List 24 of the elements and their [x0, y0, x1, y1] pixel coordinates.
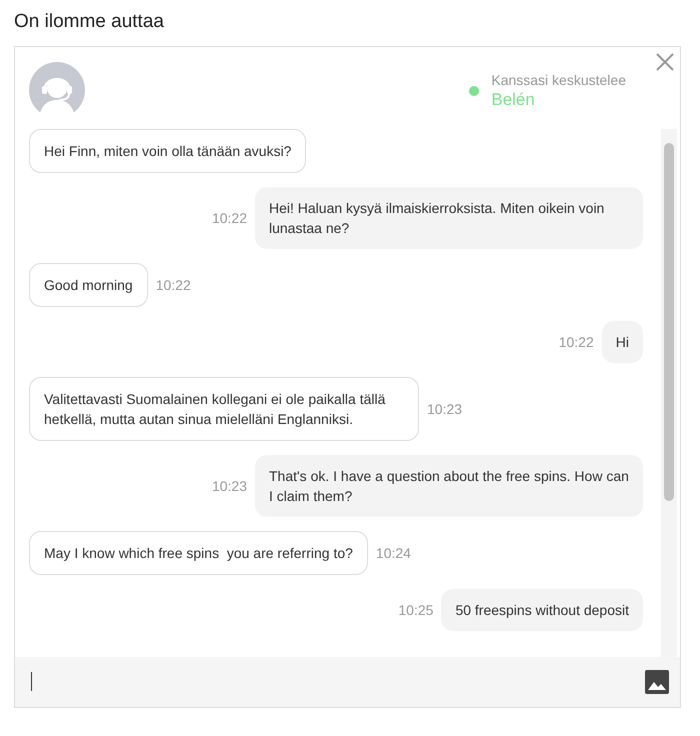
- message-time: 10:22: [212, 210, 247, 226]
- message-time: 10:23: [212, 478, 247, 494]
- message-bubble: May I know which free spins you are referring to?: [29, 531, 368, 575]
- message-time: 10:22: [558, 334, 594, 350]
- agent-name: Belén: [491, 90, 536, 110]
- text-cursor: [31, 672, 32, 691]
- message-time: 10:24: [376, 545, 411, 561]
- close-icon[interactable]: [656, 53, 674, 71]
- status-label: Kanssasi keskustelee: [491, 72, 626, 88]
- message-input[interactable]: [15, 657, 680, 707]
- message-bubble: 50 freespins without deposit: [441, 589, 643, 631]
- image-icon[interactable]: [645, 670, 669, 694]
- message-time: 10:22: [156, 277, 191, 293]
- message-bubble: Good morning: [29, 263, 148, 307]
- message-bubble: Hi: [602, 321, 643, 363]
- message-time: 10:25: [398, 602, 434, 618]
- message-bubble: Hei Finn, miten voin olla tänään avuksi?: [29, 129, 306, 173]
- scrollbar-thumb[interactable]: [664, 143, 674, 501]
- agent-avatar-icon: [29, 62, 85, 118]
- message-time: 10:23: [427, 401, 462, 417]
- message-bubble: That's ok. I have a question about the free spins. How can I claim them?: [255, 455, 643, 517]
- page-title: On ilomme auttaa: [14, 11, 165, 33]
- message-bubble: Hei! Haluan kysyä ilmaiskierroksista. Miten oikein voin lunastaa ne?: [255, 187, 643, 249]
- message-bubble: Valitettavasti Suomalainen kollegani ei ole paikalla tällä hetkellä, mutta autan sinua mielelläni Englanniksi.: [29, 377, 419, 441]
